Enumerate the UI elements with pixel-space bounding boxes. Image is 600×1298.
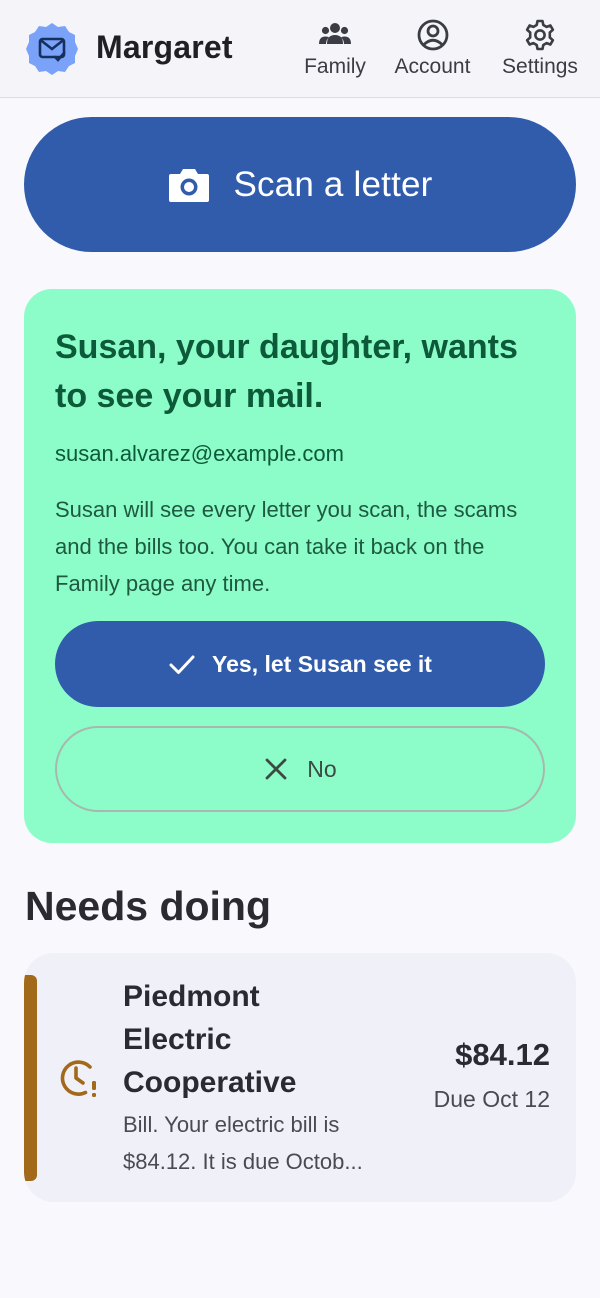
invite-email: susan.alvarez@example.com [55, 441, 344, 466]
nav-account-button[interactable]: Account [385, 18, 480, 84]
invite-title: Susan, your daughter, wants to see your … [55, 328, 518, 415]
nav-family-button[interactable]: Family [298, 18, 372, 84]
accept-invite-label: Yes, let Susan see it [212, 650, 432, 677]
check-icon [169, 655, 195, 674]
settings-icon [525, 19, 555, 51]
scan-letter-label: Scan a letter [233, 164, 433, 204]
decline-invite-label: No [307, 755, 337, 782]
nav-settings-button[interactable]: Settings [492, 18, 588, 84]
task-description: Bill. Your electric bill is $84.12. It i… [123, 1112, 363, 1174]
family-invite-card: Susan, your daughter, wants to see your … [24, 289, 576, 843]
user-name: Margaret [96, 29, 233, 65]
bill-accent-stripe [24, 975, 37, 1181]
family-icon [319, 23, 351, 44]
task-due-date: Due Oct 12 [433, 1086, 550, 1112]
scan-letter-button[interactable]: Scan a letter [24, 117, 576, 252]
close-icon [265, 758, 287, 780]
nav-settings-label: Settings [502, 55, 578, 78]
account-icon [417, 19, 448, 51]
decline-invite-button[interactable]: No [55, 726, 545, 812]
task-title: Piedmont Electric Cooperative [123, 980, 297, 1099]
invite-body: Susan will see every letter you scan, th… [55, 497, 518, 596]
camera-icon [169, 168, 210, 202]
task-card[interactable]: Piedmont Electric Cooperative Bill. Your… [24, 953, 576, 1202]
mail-logo-icon [26, 23, 78, 75]
top-bar: Margaret Family Account Settings [0, 0, 600, 98]
nav-account-label: Account [394, 55, 471, 78]
task-amount: $84.12 [455, 1037, 550, 1072]
needs-doing-heading: Needs doing [25, 883, 272, 929]
clock-alert-icon [60, 1060, 96, 1097]
accept-invite-button[interactable]: Yes, let Susan see it [55, 621, 545, 707]
nav-family-label: Family [304, 55, 366, 78]
